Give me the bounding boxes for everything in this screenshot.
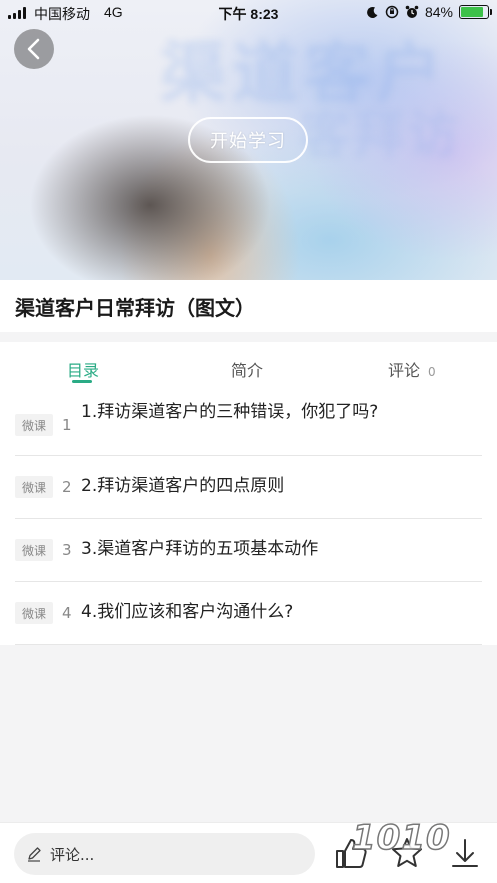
start-learning-button[interactable]: 开始学习	[188, 117, 308, 163]
cover-blurred-text-2: 客拜访	[300, 106, 462, 164]
course-content: 目录 简介 评论 0 微课 1 1.拜访渠道客户的三种错误，你犯了吗? 微课 2 …	[0, 342, 497, 645]
micro-lesson-badge: 微课	[15, 539, 53, 561]
edit-icon	[28, 847, 41, 862]
battery-icon	[459, 5, 492, 19]
course-title-section: 渠道客户日常拜访（图文）	[0, 280, 497, 332]
micro-lesson-badge: 微课	[15, 476, 53, 498]
tab-comments[interactable]: 评论 0	[388, 357, 436, 381]
comment-count: 0	[428, 365, 436, 379]
lesson-number: 1	[62, 416, 72, 434]
back-button[interactable]	[14, 29, 54, 69]
tab-comments-label: 评论	[388, 361, 421, 380]
star-icon[interactable]	[389, 835, 425, 871]
lesson-number: 3	[62, 541, 72, 559]
status-bar: 中国移动 4G 下午 8:23 84%	[0, 0, 497, 26]
tab-intro[interactable]: 简介	[231, 357, 263, 381]
lesson-title: 3.渠道客户拜访的五项基本动作	[81, 539, 319, 559]
thumbs-up-icon[interactable]	[333, 835, 369, 871]
bottom-action-bar: 评论...	[0, 822, 497, 883]
lesson-item[interactable]: 微课 2 2.拜访渠道客户的四点原则	[15, 456, 482, 519]
chevron-left-icon	[27, 38, 40, 60]
lesson-item[interactable]: 微课 3 3.渠道客户拜访的五项基本动作	[15, 519, 482, 582]
lesson-title: 2.拜访渠道客户的四点原则	[81, 476, 285, 496]
download-icon[interactable]	[447, 835, 483, 871]
micro-lesson-badge: 微课	[15, 414, 53, 436]
alarm-icon	[405, 5, 419, 18]
comment-input[interactable]: 评论...	[14, 833, 315, 875]
tab-catalog[interactable]: 目录	[67, 357, 99, 381]
lesson-item[interactable]: 微课 1 1.拜访渠道客户的三种错误，你犯了吗?	[15, 388, 482, 456]
page-title: 渠道客户日常拜访（图文）	[15, 296, 255, 320]
battery-percent: 84%	[424, 4, 453, 20]
lesson-number: 2	[62, 478, 72, 496]
lesson-title: 4.我们应该和客户沟通什么?	[81, 602, 294, 622]
lesson-item[interactable]: 微课 4 4.我们应该和客户沟通什么?	[15, 582, 482, 645]
micro-lesson-badge: 微课	[15, 602, 53, 624]
moon-icon	[367, 6, 378, 18]
comment-placeholder: 评论...	[50, 845, 95, 864]
tab-active-indicator	[72, 380, 92, 383]
tab-bar: 目录 简介 评论 0	[0, 342, 497, 388]
orientation-lock-icon	[385, 5, 399, 19]
lesson-number: 4	[62, 604, 72, 622]
lesson-title: 1.拜访渠道客户的三种错误，你犯了吗?	[81, 402, 379, 422]
